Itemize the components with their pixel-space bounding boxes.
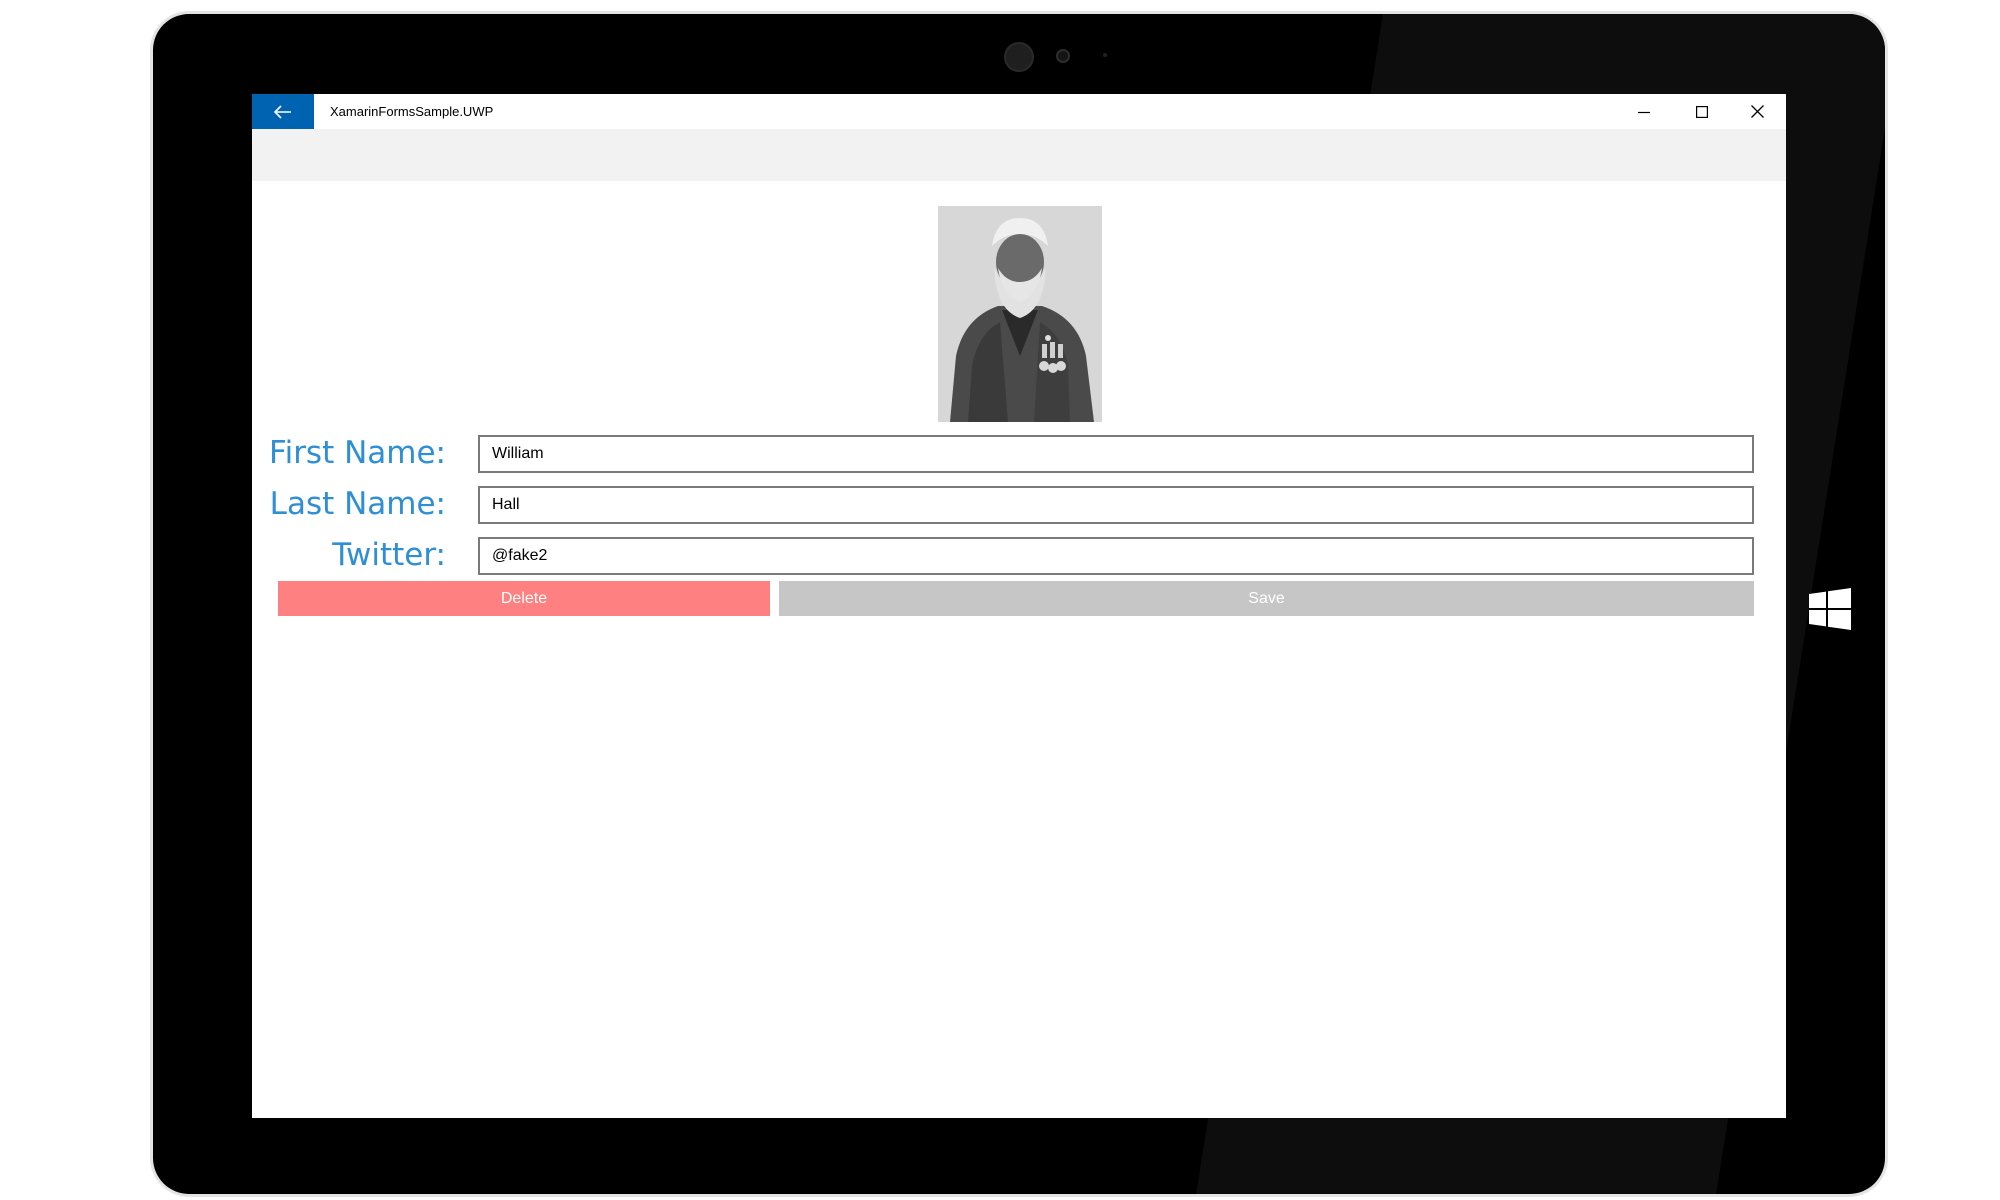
minimize-icon: [1638, 111, 1650, 113]
last-name-field[interactable]: [478, 486, 1754, 524]
save-button[interactable]: Save: [779, 581, 1754, 616]
portrait-image: [938, 206, 1102, 422]
light-sensor: [1056, 49, 1070, 63]
portrait-photo: [938, 206, 1102, 422]
close-icon: [1750, 105, 1764, 118]
app-window: XamarinFormsSample.UWP First Name: Willi…: [252, 94, 1786, 1118]
back-button[interactable]: [252, 94, 314, 129]
windows-logo-icon[interactable]: [1809, 588, 1851, 630]
proximity-sensor: [1103, 53, 1107, 57]
delete-button[interactable]: Delete: [278, 581, 770, 616]
twitter-label: Twitter:: [332, 537, 446, 573]
title-bar: XamarinFormsSample.UWP: [252, 94, 1786, 129]
first-name-field[interactable]: [478, 435, 1754, 473]
twitter-field[interactable]: [478, 537, 1754, 575]
last-name-label: Last Name:: [269, 486, 446, 522]
command-bar: [252, 129, 1786, 181]
window-title: XamarinFormsSample.UWP: [330, 104, 494, 119]
maximize-button[interactable]: [1673, 94, 1731, 129]
maximize-icon: [1696, 105, 1708, 118]
minimize-button[interactable]: [1615, 94, 1673, 129]
first-name-label: First Name:: [269, 435, 446, 471]
front-camera: [1004, 42, 1034, 72]
close-button[interactable]: [1728, 94, 1786, 129]
arrow-left-icon: [274, 104, 291, 119]
